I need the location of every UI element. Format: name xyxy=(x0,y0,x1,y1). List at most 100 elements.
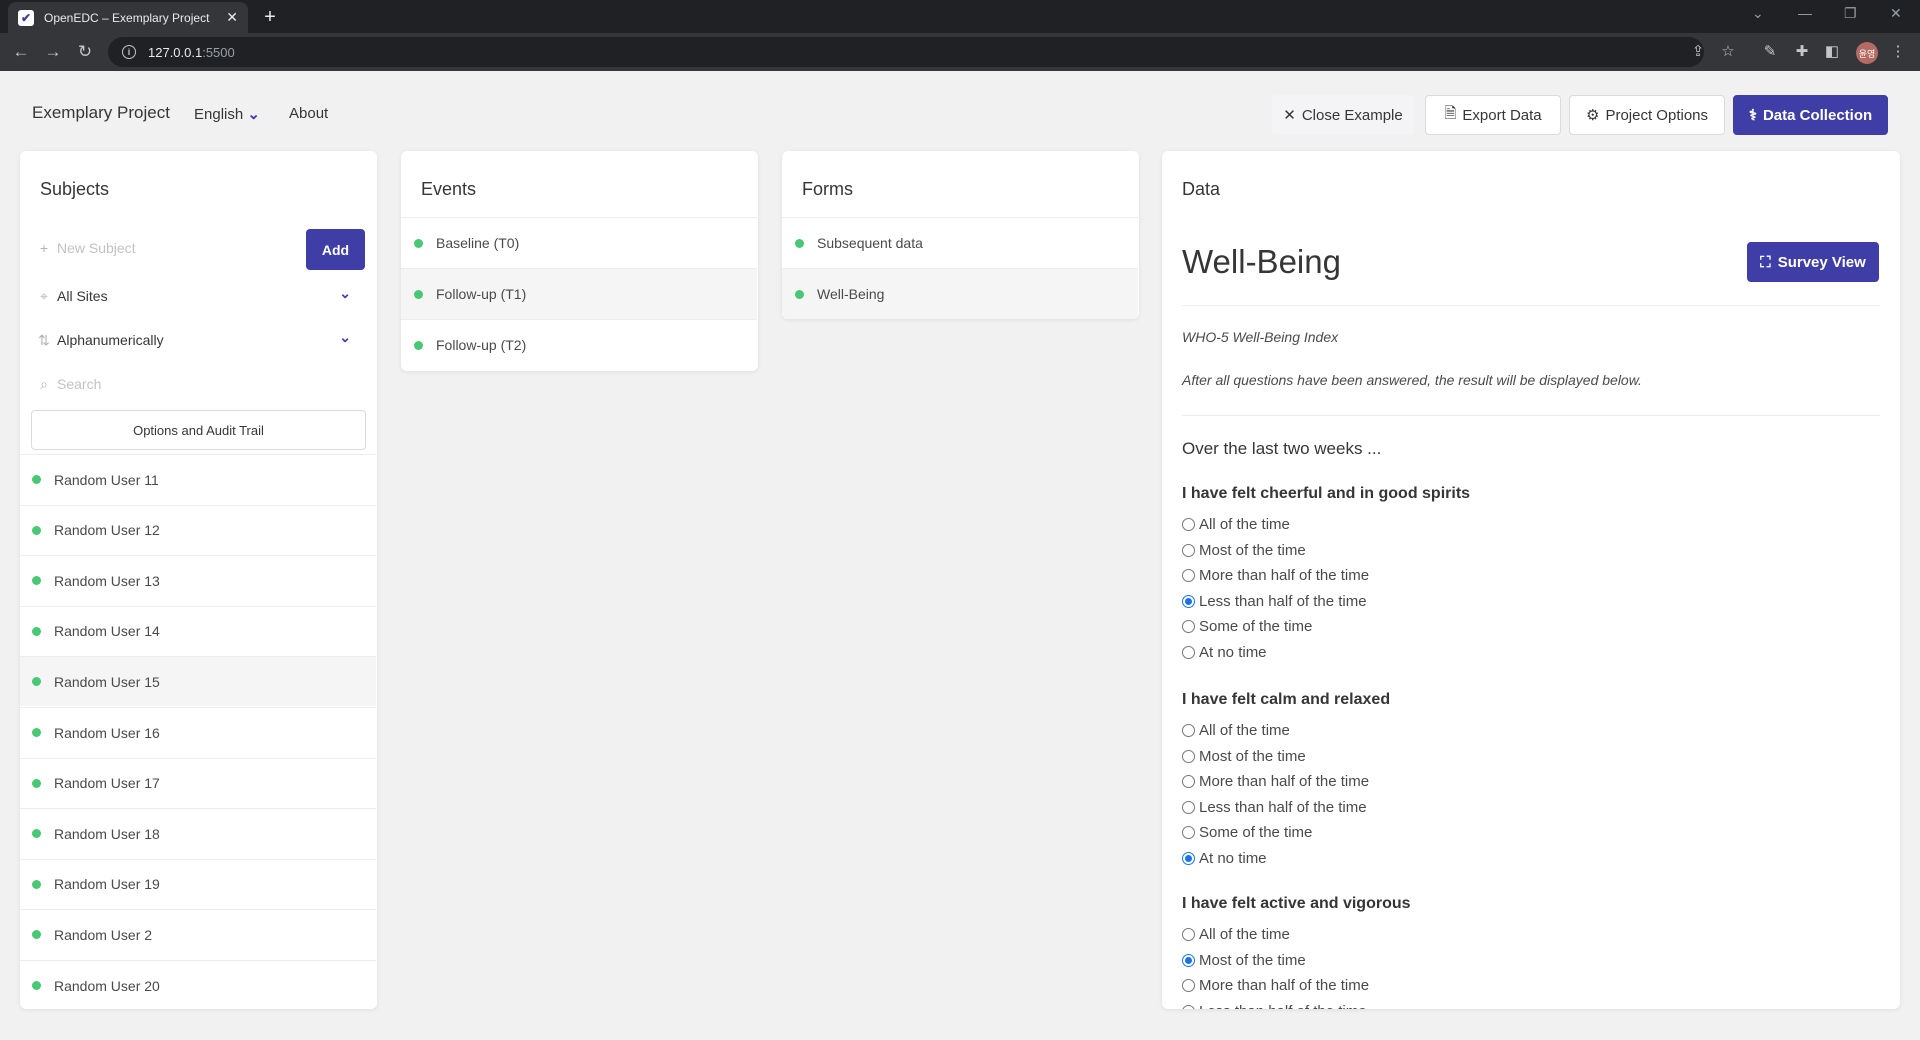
subject-list-item[interactable]: Random User 16 xyxy=(20,707,376,757)
form-list-item[interactable]: Subsequent data xyxy=(782,217,1138,268)
radio-option[interactable]: Less than half of the time xyxy=(1182,799,1367,816)
radio-button[interactable] xyxy=(1182,775,1195,788)
radio-option-label: Some of the time xyxy=(1199,618,1313,635)
radio-button[interactable] xyxy=(1182,749,1195,763)
new-tab-icon[interactable]: + xyxy=(256,5,284,29)
back-icon[interactable]: ← xyxy=(10,41,32,63)
radio-option-label: At no time xyxy=(1199,849,1267,867)
side-panel-icon[interactable]: ◧ xyxy=(1822,43,1842,61)
radio-button[interactable] xyxy=(1182,826,1195,839)
subject-list-item-label: Random User 12 xyxy=(54,522,160,539)
divider xyxy=(1182,305,1880,306)
subject-list-item[interactable]: Random User 12 xyxy=(20,504,376,555)
subject-list-item[interactable]: Random User 2 xyxy=(20,909,376,959)
radio-option[interactable]: Most of the time xyxy=(1182,542,1306,559)
subject-list-item[interactable]: Random User 18 xyxy=(20,808,376,858)
radio-button[interactable] xyxy=(1182,851,1195,865)
share-icon[interactable]: ⇪ xyxy=(1688,43,1708,61)
subject-list-item[interactable]: Random User 13 xyxy=(20,555,376,605)
radio-option[interactable]: At no time xyxy=(1182,644,1267,661)
subject-list-item[interactable]: Random User 19 xyxy=(20,858,376,909)
about-link[interactable]: About xyxy=(289,105,328,122)
radio-option[interactable]: More than half of the time xyxy=(1182,977,1369,994)
radio-option[interactable]: At no time xyxy=(1182,850,1267,867)
subject-list-item[interactable]: Random User 17 xyxy=(20,757,376,808)
profile-avatar[interactable]: 윤영 xyxy=(1856,42,1878,64)
radio-button[interactable] xyxy=(1182,724,1195,737)
radio-button[interactable] xyxy=(1182,518,1195,531)
radio-option[interactable]: Some of the time xyxy=(1182,618,1312,635)
url-port: :5500 xyxy=(202,44,235,60)
form-list-item[interactable]: Well-Being xyxy=(782,268,1138,319)
radio-button[interactable] xyxy=(1182,928,1195,941)
status-dot-icon xyxy=(32,829,41,839)
radio-option[interactable]: Most of the time xyxy=(1182,748,1306,765)
survey-view-button[interactable]: ⛶ Survey View xyxy=(1747,242,1879,282)
close-example-button[interactable]: ✕ Close Example xyxy=(1272,95,1414,135)
export-data-button[interactable]: 🗎 Export Data xyxy=(1425,95,1561,135)
extensions-puzzle-icon[interactable]: ✚ xyxy=(1792,43,1812,61)
new-subject-input[interactable]: + New Subject xyxy=(31,229,298,267)
extension-pen-icon[interactable]: ✎ xyxy=(1760,43,1780,61)
subject-list-item[interactable]: Random User 14 xyxy=(20,605,376,656)
radio-button[interactable] xyxy=(1182,979,1195,992)
bookmark-star-icon[interactable]: ☆ xyxy=(1718,43,1738,61)
add-subject-button[interactable]: Add xyxy=(306,229,365,270)
url-host: 127.0.0.1 xyxy=(148,44,203,60)
radio-button[interactable] xyxy=(1182,620,1195,633)
subject-list-item[interactable]: Random User 15 xyxy=(20,656,376,707)
radio-option[interactable]: More than half of the time xyxy=(1182,567,1369,584)
info-icon[interactable]: i xyxy=(122,45,136,59)
restore-icon[interactable]: ❐ xyxy=(1844,5,1857,22)
radio-option-label: Less than half of the time xyxy=(1199,1003,1367,1010)
radio-button[interactable] xyxy=(1182,800,1195,814)
reload-icon[interactable]: ↻ xyxy=(74,41,96,63)
subject-list-item[interactable]: Random User 20 xyxy=(20,960,376,1009)
browser-toolbar: ← → ↻ i 127.0.0.1:5500 ⇪ ☆ ✎ ✚ ◧ 윤영 ⋮ xyxy=(0,33,1920,71)
radio-button[interactable] xyxy=(1182,543,1195,557)
close-window-icon[interactable]: ✕ xyxy=(1890,5,1902,22)
close-example-label: Close Example xyxy=(1301,106,1403,124)
project-options-button[interactable]: ⚙ Project Options xyxy=(1569,95,1725,135)
radio-button[interactable] xyxy=(1182,1004,1195,1009)
radio-button[interactable] xyxy=(1182,594,1195,608)
radio-option[interactable]: All of the time xyxy=(1182,926,1290,943)
radio-option[interactable]: Most of the time xyxy=(1182,952,1306,969)
subject-list-item[interactable]: Random User 11 xyxy=(20,454,376,504)
radio-button[interactable] xyxy=(1182,569,1195,582)
forward-icon[interactable]: → xyxy=(42,41,64,63)
menu-dots-icon[interactable]: ⋮ xyxy=(1888,43,1908,61)
project-title[interactable]: Exemplary Project xyxy=(32,103,170,123)
radio-option[interactable]: Less than half of the time xyxy=(1182,1003,1367,1010)
radio-button[interactable] xyxy=(1182,645,1195,659)
file-export-icon: 🗎 xyxy=(1444,104,1457,122)
browser-tab[interactable]: ✔ OpenEDC – Exemplary Project ✕ xyxy=(8,2,248,33)
event-list-item[interactable]: Baseline (T0) xyxy=(401,217,757,268)
data-scroll-area[interactable]: Data Well-Being ⛶ Survey View WHO-5 Well-… xyxy=(1162,151,1900,1009)
data-collection-button[interactable]: ⚕ Data Collection xyxy=(1733,95,1888,135)
site-filter-select[interactable]: ⌖ All Sites ⌄ xyxy=(31,277,363,315)
address-bar[interactable]: i 127.0.0.1:5500 xyxy=(108,37,1704,67)
event-list-item[interactable]: Follow-up (T2) xyxy=(401,319,757,370)
radio-option[interactable]: All of the time xyxy=(1182,516,1290,533)
sort-order-select[interactable]: ⇅ Alphanumerically ⌄ xyxy=(31,321,363,359)
radio-option[interactable]: All of the time xyxy=(1182,722,1290,739)
radio-option-label: Less than half of the time xyxy=(1199,798,1367,816)
radio-button[interactable] xyxy=(1182,953,1195,967)
close-tab-icon[interactable]: ✕ xyxy=(226,9,238,26)
radio-option[interactable]: Less than half of the time xyxy=(1182,593,1367,610)
subject-list-item-label: Random User 16 xyxy=(54,724,160,741)
tab-search-icon[interactable]: ⌄ xyxy=(1752,5,1764,22)
minimize-icon[interactable]: — xyxy=(1798,5,1812,21)
events-header: Events xyxy=(421,179,477,199)
language-select[interactable]: English ⌄ xyxy=(194,105,260,123)
radio-option[interactable]: Some of the time xyxy=(1182,824,1312,841)
options-audit-trail-button[interactable]: Options and Audit Trail xyxy=(31,410,366,450)
events-panel: Events Baseline (T0) Follow-up (T1) Follow… xyxy=(401,151,758,371)
export-data-label: Export Data xyxy=(1462,106,1542,124)
event-list-item[interactable]: Follow-up (T1) xyxy=(401,268,757,319)
radio-option[interactable]: More than half of the time xyxy=(1182,773,1369,790)
navbar: Exemplary Project English ⌄ About ✕ Close… xyxy=(0,71,1920,151)
subject-search-input[interactable]: ⌕ Search xyxy=(31,365,363,403)
close-icon: ✕ xyxy=(1283,107,1296,124)
